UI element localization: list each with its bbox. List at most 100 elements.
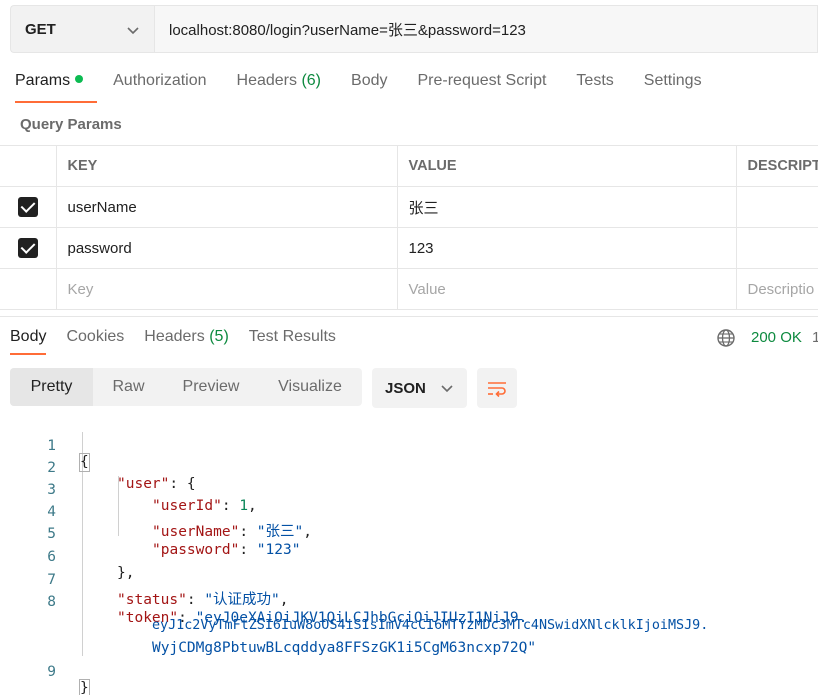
new-value-input[interactable]: Value bbox=[396, 268, 737, 310]
url-input[interactable]: localhost:8080/login?userName=张三&passwor… bbox=[154, 5, 818, 53]
table-row: password 123 bbox=[0, 227, 818, 269]
json-key: "password" bbox=[152, 542, 240, 558]
tab-pre-request-label: Pre-request Script bbox=[417, 72, 547, 89]
json-value: WyjCDMg8PbtuwBLcqddya8FFSzGK1i5CgM63ncxp… bbox=[152, 640, 537, 656]
tab-params[interactable]: Params bbox=[15, 72, 98, 103]
json-value: "张三" bbox=[256, 524, 304, 540]
code-text: , bbox=[303, 524, 312, 540]
tab-headers-label: Headers bbox=[236, 72, 297, 89]
response-tab-test-results-label: Test Results bbox=[248, 328, 336, 345]
code-text: : bbox=[186, 592, 205, 608]
code-line: 4 "userName": "张三", bbox=[0, 488, 312, 540]
param-description-cell[interactable] bbox=[735, 186, 818, 228]
method-select[interactable]: GET bbox=[10, 5, 154, 53]
json-key: "user" bbox=[117, 476, 170, 492]
code-line-wrapped: eyJ1c2VyTmFtZSI6IuW8oOS4iSIsImV4cCI6MTYz… bbox=[0, 601, 708, 633]
checkbox-icon[interactable] bbox=[17, 197, 38, 217]
format-select[interactable]: JSON bbox=[372, 368, 467, 408]
request-bar: GET localhost:8080/login?userName=张三&pas… bbox=[10, 5, 818, 53]
response-tab-headers-label: Headers bbox=[144, 328, 205, 345]
code-text: } bbox=[79, 679, 90, 695]
code-line: 1 { bbox=[0, 422, 90, 472]
checkbox-column-header bbox=[0, 145, 57, 187]
code-text: , bbox=[279, 592, 289, 608]
chevron-down-icon bbox=[441, 385, 453, 393]
tab-body-label: Body bbox=[351, 72, 388, 89]
column-header-value: VALUE bbox=[396, 145, 737, 187]
response-tab-body-label: Body bbox=[10, 328, 47, 345]
empty-checkbox-cell bbox=[0, 268, 57, 310]
method-label: GET bbox=[25, 20, 56, 38]
column-header-description: DESCRIPT bbox=[735, 145, 818, 187]
tab-authorization[interactable]: Authorization bbox=[113, 72, 206, 96]
code-text: : bbox=[221, 498, 240, 514]
response-tab-body[interactable]: Body bbox=[10, 328, 47, 355]
json-value: "123" bbox=[256, 542, 301, 558]
json-value: "认证成功" bbox=[204, 592, 280, 608]
query-params-table: KEY VALUE DESCRIPT userName 张三 password … bbox=[0, 145, 818, 310]
code-line: 2 "user": { bbox=[0, 444, 195, 492]
format-label: JSON bbox=[385, 379, 426, 397]
chevron-down-icon bbox=[127, 27, 139, 35]
param-key-cell[interactable]: password bbox=[55, 227, 398, 269]
response-tab-cookies-label: Cookies bbox=[66, 328, 125, 345]
json-value: 1 bbox=[239, 498, 249, 514]
code-text: : bbox=[239, 524, 257, 540]
param-value-cell[interactable]: 张三 bbox=[396, 186, 737, 228]
view-visualize-button[interactable]: Visualize bbox=[258, 368, 362, 406]
json-value: eyJ1c2VyTmFtZSI6IuW8oOS4iSIsImV4cCI6MTYz… bbox=[152, 618, 709, 633]
view-preview-button[interactable]: Preview bbox=[164, 368, 258, 406]
table-header-row: KEY VALUE DESCRIPT bbox=[0, 145, 818, 187]
wrap-lines-icon bbox=[488, 382, 506, 398]
response-tab-headers-count: (5) bbox=[209, 328, 229, 345]
globe-icon[interactable] bbox=[716, 328, 736, 348]
code-line-wrapped: WyjCDMg8PbtuwBLcqddya8FFSzGK1i5CgM63ncxp… bbox=[0, 624, 536, 656]
new-key-input[interactable]: Key bbox=[55, 268, 398, 310]
tab-settings-label: Settings bbox=[643, 72, 702, 89]
column-header-key: KEY bbox=[55, 145, 398, 187]
tab-settings[interactable]: Settings bbox=[644, 72, 702, 96]
code-text: }, bbox=[117, 565, 135, 581]
tab-headers[interactable]: Headers (6) bbox=[237, 72, 322, 96]
code-text: : { bbox=[169, 476, 196, 492]
response-tab-headers[interactable]: Headers (5) bbox=[144, 328, 229, 346]
code-line: 8 "token": "eyJ0eXAiOiJKV1QiLCJhbGciOiJI… bbox=[0, 578, 527, 626]
table-row-new: Key Value Descriptio bbox=[0, 268, 818, 310]
tab-body[interactable]: Body bbox=[351, 72, 387, 96]
code-line: 6 }, bbox=[0, 533, 134, 581]
code-text: , bbox=[248, 498, 257, 514]
code-line: 5 "password": "123" bbox=[0, 510, 300, 558]
code-line: 3 "userId": 1, bbox=[0, 466, 257, 514]
json-key: "status" bbox=[117, 592, 187, 608]
json-key: "userId" bbox=[152, 498, 222, 514]
tab-tests-label: Tests bbox=[576, 72, 614, 89]
response-status-badge[interactable]: 200 OK bbox=[751, 329, 802, 346]
wrap-lines-button[interactable] bbox=[477, 368, 517, 408]
json-key: "userName" bbox=[152, 524, 240, 540]
code-text: { bbox=[79, 453, 90, 472]
query-params-title: Query Params bbox=[20, 116, 122, 133]
table-row: userName 张三 bbox=[0, 186, 818, 228]
new-description-input[interactable]: Descriptio bbox=[735, 268, 818, 310]
line-number: 9 bbox=[47, 664, 56, 680]
tab-pre-request-script[interactable]: Pre-request Script bbox=[417, 72, 546, 96]
code-line: 9 } bbox=[0, 648, 90, 695]
response-tab-cookies[interactable]: Cookies bbox=[66, 328, 124, 346]
response-tabs: Body Cookies Headers (5) Test Results bbox=[10, 328, 356, 355]
active-dot-icon bbox=[75, 74, 84, 83]
tab-params-label: Params bbox=[15, 72, 71, 89]
view-raw-button[interactable]: Raw bbox=[93, 368, 164, 406]
code-line: 7 "status": "认证成功", bbox=[0, 556, 288, 608]
response-tab-test-results[interactable]: Test Results bbox=[249, 328, 336, 346]
checkbox-icon[interactable] bbox=[17, 238, 38, 258]
request-tabs: Params Authorization Headers (6) Body Pr… bbox=[15, 72, 732, 106]
param-key-cell[interactable]: userName bbox=[55, 186, 398, 228]
url-text: localhost:8080/login?userName=张三&passwor… bbox=[169, 21, 526, 39]
param-description-cell[interactable] bbox=[735, 227, 818, 269]
param-value-cell[interactable]: 123 bbox=[396, 227, 737, 269]
view-pretty-button[interactable]: Pretty bbox=[10, 368, 93, 406]
tab-tests[interactable]: Tests bbox=[576, 72, 613, 96]
tab-authorization-label: Authorization bbox=[113, 72, 207, 89]
code-text: : bbox=[239, 542, 257, 558]
section-divider bbox=[0, 316, 818, 317]
